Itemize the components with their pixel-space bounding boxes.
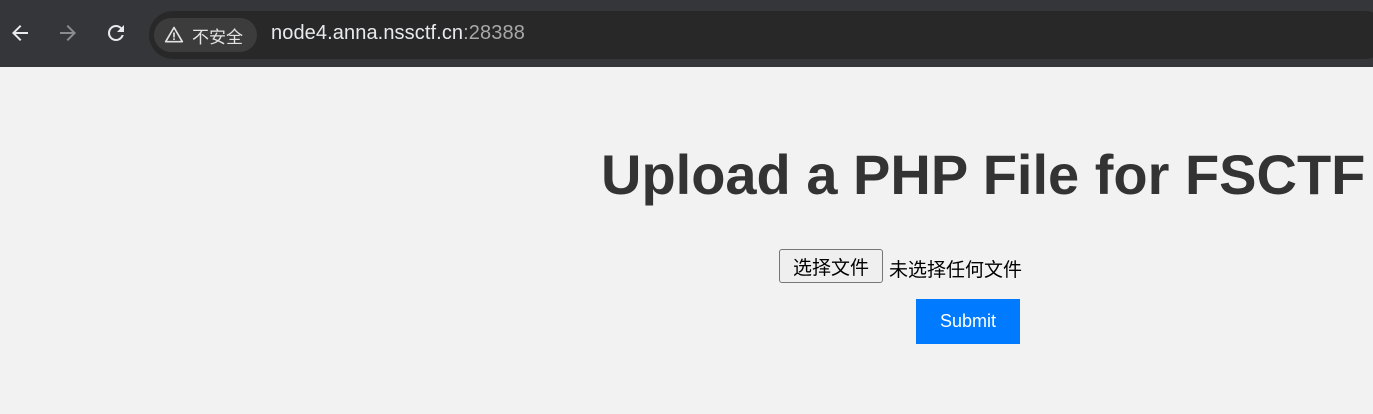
reload-button[interactable] <box>100 19 132 51</box>
security-label: 不安全 <box>192 27 243 48</box>
url-host: node4.anna.nssctf.cn <box>271 22 464 44</box>
submit-button[interactable]: Submit <box>916 299 1020 344</box>
url-text[interactable]: node4.anna.nssctf.cn:28388 <box>271 22 525 45</box>
url-port: :28388 <box>463 22 525 44</box>
forward-button[interactable] <box>52 19 84 51</box>
reload-icon <box>104 21 128 50</box>
browser-toolbar: 不安全 node4.anna.nssctf.cn:28388 <box>0 0 1373 67</box>
back-button[interactable] <box>4 19 36 51</box>
forward-arrow-icon <box>56 21 80 50</box>
page-title: Upload a PHP File for FSCTF <box>601 143 1366 206</box>
warning-triangle-icon <box>164 25 184 45</box>
choose-file-button[interactable]: 选择文件 <box>779 249 883 283</box>
back-arrow-icon <box>8 21 32 50</box>
security-indicator[interactable]: 不安全 <box>154 18 257 52</box>
address-bar[interactable]: 不安全 node4.anna.nssctf.cn:28388 <box>149 11 1373 59</box>
file-status-text: 未选择任何文件 <box>889 259 1023 281</box>
page-content: Upload a PHP File for FSCTF 选择文件 未选择任何文件… <box>0 67 1373 414</box>
